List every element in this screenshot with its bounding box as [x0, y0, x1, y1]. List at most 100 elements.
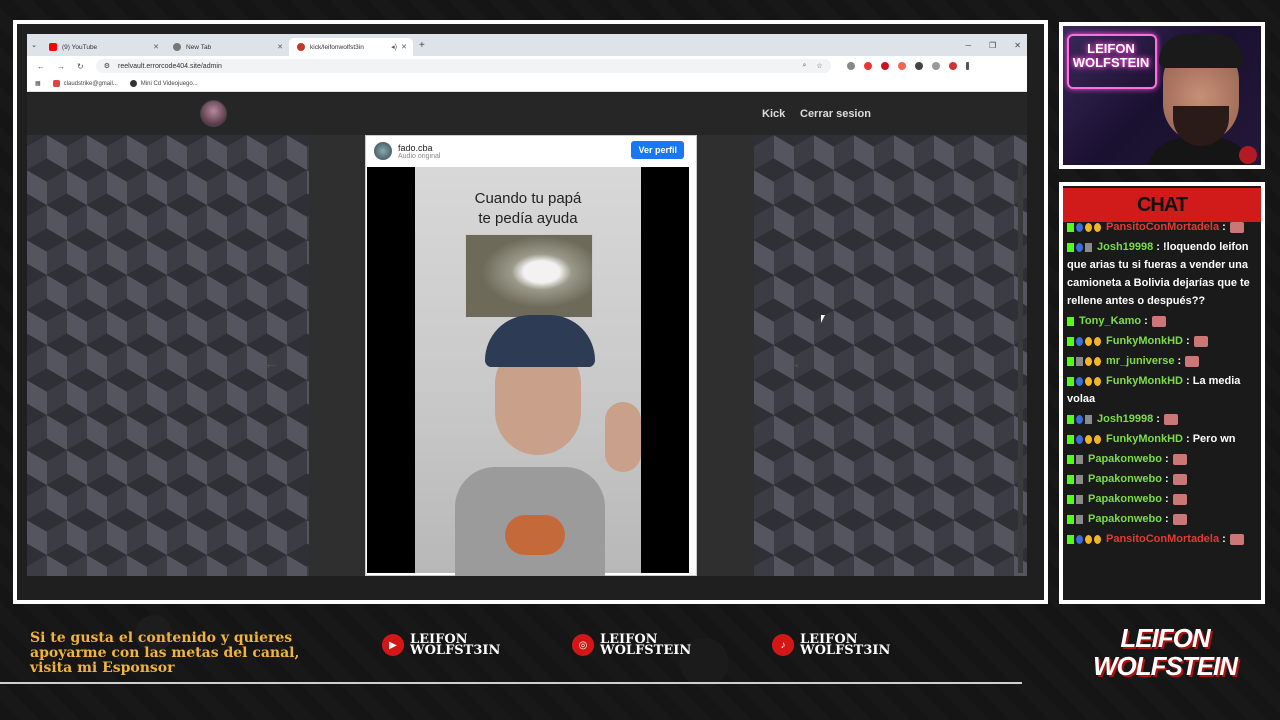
forward-icon[interactable]: → [57, 62, 65, 71]
bookmarks-bar: ▦ claudstrike@gmail... Mini Cd Videojueg… [27, 76, 1027, 92]
new-tab-icon[interactable]: + [419, 40, 425, 51]
nav-link-kick[interactable]: Kick [762, 108, 785, 120]
chat-username[interactable]: Papakonwebo [1088, 453, 1162, 465]
chat-text: : !loquendo leifon que arias tu si fuera… [1067, 241, 1250, 307]
badge-icon [1067, 534, 1074, 544]
chat-username[interactable]: FunkyMonkHD [1106, 375, 1183, 387]
zoom-icon[interactable]: ⌕ [803, 62, 807, 70]
badge-icon [1094, 356, 1101, 366]
menu-icon[interactable] [965, 62, 969, 70]
close-icon[interactable]: ✕ [277, 43, 283, 51]
tab-label: New Tab [186, 43, 212, 51]
url-field[interactable]: ⚙ reelvault.errorcode404.site/admin ⌕ ☆ [95, 59, 831, 73]
reel-header: fado.cba Audio original Ver perfil [366, 136, 696, 166]
badge-icon [1076, 534, 1083, 544]
chat-text: : [1164, 453, 1169, 465]
chat-username[interactable]: Papakonwebo [1088, 493, 1162, 505]
badge-icon [1076, 336, 1083, 346]
bookmark-label: claudstrike@gmail... [63, 80, 118, 87]
chat-username[interactable]: Papakonwebo [1088, 513, 1162, 525]
chat-username[interactable]: Papakonwebo [1088, 473, 1162, 485]
badge-icon [1067, 454, 1074, 464]
chat-text: : [1222, 533, 1226, 545]
chat-username[interactable]: PansitoConMortadela [1106, 533, 1219, 545]
chat-message: PansitoConMortadela: [1067, 530, 1259, 548]
badge-icon [1076, 434, 1083, 444]
chat-message: Papakonwebo: [1067, 510, 1259, 528]
extension-icon[interactable] [914, 62, 923, 70]
bookmark-gmail[interactable]: claudstrike@gmail... [52, 80, 118, 87]
stream-overlay: ⌄ (9) YouTube ✕ New Tab ✕ kick/leifonwol… [0, 0, 1280, 720]
badge-icon [1076, 474, 1083, 484]
site-logo[interactable] [200, 100, 227, 127]
handle-line: WOLFSTEIN [600, 643, 692, 658]
emote-icon [1172, 493, 1187, 505]
badge-icon [1076, 376, 1083, 386]
chat-username[interactable]: PansitoConMortadela [1106, 221, 1219, 233]
badge-icon [1085, 336, 1092, 346]
reel-video[interactable]: Cuando tu papá te pedía ayuda [367, 167, 689, 576]
chat-username[interactable]: mr_juniverse [1106, 355, 1174, 367]
view-profile-button[interactable]: Ver perfil [631, 141, 684, 159]
site-favicon-icon [297, 43, 305, 51]
emote-icon [1229, 533, 1244, 545]
reel-username[interactable]: fado.cba [398, 143, 440, 153]
badge-icon [1067, 434, 1074, 444]
cap [485, 315, 595, 367]
badge-icons [1067, 450, 1085, 468]
extension-icon[interactable] [931, 62, 940, 70]
tab-search-icon[interactable]: ⌄ [27, 41, 41, 49]
badge-icons [1067, 372, 1103, 390]
badge-icons [1067, 312, 1076, 330]
nav-link-logout[interactable]: Cerrar sesion [800, 108, 871, 120]
badge-icon [1085, 242, 1092, 252]
extension-icon[interactable] [863, 62, 872, 70]
chat-text: : [1156, 413, 1160, 425]
chat-username[interactable]: Tony_Kamo [1079, 315, 1141, 327]
reload-icon[interactable]: ↻ [77, 62, 84, 71]
prev-arrow-icon[interactable]: ← [264, 355, 278, 371]
apps-icon[interactable]: ▦ [35, 80, 41, 87]
chat-username[interactable]: FunkyMonkHD [1106, 335, 1183, 347]
badge-icon [1067, 514, 1074, 524]
chat-text: : [1164, 493, 1169, 505]
url-text: reelvault.errorcode404.site/admin [117, 62, 222, 70]
badge-icon [1094, 534, 1101, 544]
extension-icon[interactable] [846, 62, 855, 70]
chat-username[interactable]: FunkyMonkHD [1106, 433, 1183, 445]
tab-label: kick/leifonwolfst3in [310, 43, 364, 51]
close-icon[interactable]: ✕ [401, 43, 407, 51]
close-icon[interactable]: ✕ [153, 43, 159, 51]
speaker-icon[interactable]: ◂) [391, 43, 397, 51]
badge-icon [1085, 376, 1092, 386]
bookmark-star-icon[interactable]: ☆ [816, 62, 822, 70]
next-arrow-icon[interactable]: → [787, 355, 801, 371]
profile-avatar-icon[interactable] [948, 62, 957, 70]
headset-mic-icon [1239, 146, 1257, 164]
restore-icon[interactable]: ❐ [989, 41, 996, 50]
avatar[interactable] [374, 142, 392, 160]
webcam-feed: LEIFON WOLFSTEIN [1063, 26, 1261, 165]
close-window-icon[interactable]: ✕ [1014, 41, 1021, 50]
minimize-icon[interactable]: ─ [965, 41, 971, 50]
tab-youtube[interactable]: (9) YouTube ✕ [41, 38, 165, 56]
site-info-icon[interactable]: ⚙ [104, 62, 110, 70]
badge-icons [1067, 490, 1085, 508]
chat-message: Josh19998: [1067, 410, 1259, 428]
caption-line: Cuando tu papá [474, 190, 582, 207]
tab-kick[interactable]: kick/leifonwolfst3in ◂) ✕ [289, 38, 413, 56]
handle-line: WOLFST3IN [800, 643, 891, 658]
chrome-icon [173, 43, 181, 51]
scrollbar[interactable] [1018, 163, 1023, 573]
emote-icon [1185, 355, 1200, 367]
back-icon[interactable]: ← [37, 62, 45, 71]
bookmark-videojuego[interactable]: Mini Cd Videojuego... [129, 80, 198, 87]
chat-username[interactable]: Josh19998 [1097, 413, 1153, 425]
extension-icon[interactable] [880, 62, 889, 70]
extension-icon[interactable] [897, 62, 906, 70]
extensions [846, 62, 969, 70]
chat-username[interactable]: Josh19998 [1097, 241, 1153, 253]
tab-new-tab[interactable]: New Tab ✕ [165, 38, 289, 56]
shirt-print [505, 515, 565, 555]
chat-text: : [1186, 335, 1190, 347]
